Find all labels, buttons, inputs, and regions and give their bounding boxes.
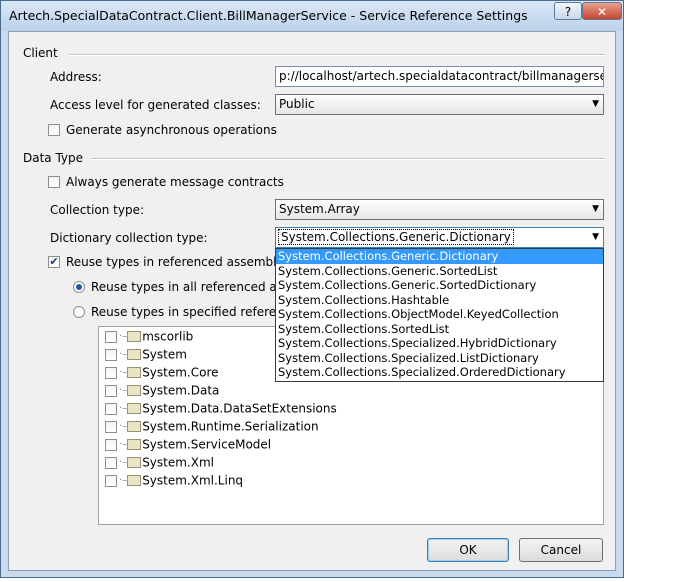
chevron-down-icon: ▼ [592,99,599,109]
reuse-types-label: Reuse types in referenced assemblies [66,255,294,269]
data-type-separator [91,158,605,160]
dropdown-option[interactable]: System.Collections.Generic.Dictionary [276,249,603,264]
dropdown-option[interactable]: System.Collections.Specialized.ListDicti… [276,351,603,366]
tree-item[interactable]: ·– System.ServiceModel [105,437,271,455]
chevron-down-icon: ▼ [592,204,599,214]
assembly-name: System [142,347,187,362]
client-separator [69,54,605,56]
tree-item[interactable]: ·– System.Runtime.Serialization [105,419,319,437]
data-type-group-label: Data Type [23,151,84,165]
assembly-checkbox[interactable] [105,366,117,379]
folder-icon [127,475,142,486]
window-title: Artech.SpecialDataContract.Client.BillMa… [9,8,528,23]
dictionary-type-select[interactable]: System.Collections.Generic.Dictionary ▼ [275,227,604,248]
folder-icon [127,331,142,342]
cancel-button[interactable]: Cancel [519,538,603,562]
assembly-name: System.Xml.Linq [142,473,244,488]
assembly-checkbox[interactable] [105,330,117,343]
folder-icon [127,385,142,396]
async-label: Generate asynchronous operations [66,123,277,137]
assembly-checkbox[interactable] [105,348,117,361]
folder-icon [127,421,142,432]
folder-icon [127,403,142,414]
message-contracts-checkbox[interactable] [48,176,60,188]
assembly-name: System.Core [142,365,219,380]
tree-item[interactable]: ·– mscorlib [105,329,193,347]
ok-button[interactable]: OK [427,538,509,562]
folder-icon [127,439,142,450]
assembly-name: System.Runtime.Serialization [142,419,319,434]
tree-item[interactable]: ·– System.Xml.Linq [105,473,243,491]
access-level-select[interactable]: Public ▼ [275,94,604,115]
tree-item[interactable]: ·– System [105,347,187,365]
access-level-label: Access level for generated classes: [50,98,261,112]
assembly-name: mscorlib [142,329,194,344]
tree-item[interactable]: ·– System.Xml [105,455,214,473]
tree-item[interactable]: ·– System.Core [105,365,219,383]
reuse-specified-radio[interactable] [73,306,85,318]
assembly-checkbox[interactable] [105,384,117,397]
chevron-down-icon: ▼ [592,232,599,242]
tree-item[interactable]: ·– System.Data.DataSetExtensions [105,401,337,419]
assembly-name: System.ServiceModel [142,437,272,452]
address-label: Address: [50,70,102,84]
dropdown-option[interactable]: System.Collections.ObjectModel.KeyedColl… [276,307,603,322]
address-input[interactable]: p://localhost/artech.specialdatacontract… [275,66,604,87]
async-checkbox[interactable] [48,124,60,136]
folder-icon [127,367,142,378]
client-group-label: Client [23,46,58,60]
assembly-checkbox[interactable] [105,438,117,451]
dropdown-option[interactable]: System.Collections.Specialized.OrderedDi… [276,365,603,380]
assembly-name: System.Xml [142,455,214,470]
dropdown-option[interactable]: System.Collections.Hashtable [276,293,603,308]
message-contracts-label: Always generate message contracts [66,175,284,189]
collection-type-value: System.Array [279,202,360,216]
dictionary-type-label: Dictionary collection type: [50,231,208,245]
dictionary-type-value: System.Collections.Generic.Dictionary [278,229,514,245]
dialog-body: Client Address: p://localhost/artech.spe… [8,31,616,571]
folder-icon [127,349,142,360]
assembly-checkbox[interactable] [105,474,117,487]
assembly-checkbox[interactable] [105,402,117,415]
dictionary-type-dropdown-list[interactable]: System.Collections.Generic.Dictionary Sy… [275,248,604,382]
assembly-name: System.Data [142,383,220,398]
dropdown-option[interactable]: System.Collections.SortedList [276,322,603,337]
reuse-all-radio[interactable] [73,281,85,293]
tree-item[interactable]: ·– System.Data [105,383,219,401]
close-button[interactable]: ✕ [582,2,622,20]
dropdown-option[interactable]: System.Collections.Generic.SortedList [276,264,603,279]
help-button[interactable]: ? [554,2,582,20]
access-level-value: Public [279,97,315,111]
title-bar[interactable]: Artech.SpecialDataContract.Client.BillMa… [1,1,623,31]
assembly-name: System.Data.DataSetExtensions [142,401,337,416]
collection-type-select[interactable]: System.Array ▼ [275,199,604,220]
folder-icon [127,457,142,468]
dropdown-option[interactable]: System.Collections.Specialized.HybridDic… [276,336,603,351]
assembly-checkbox[interactable] [105,456,117,469]
collection-type-label: Collection type: [50,203,145,217]
reuse-types-checkbox[interactable]: ✔ [48,256,60,268]
dialog-window: Artech.SpecialDataContract.Client.BillMa… [0,0,624,578]
assembly-checkbox[interactable] [105,420,117,433]
dropdown-option[interactable]: System.Collections.Generic.SortedDiction… [276,278,603,293]
